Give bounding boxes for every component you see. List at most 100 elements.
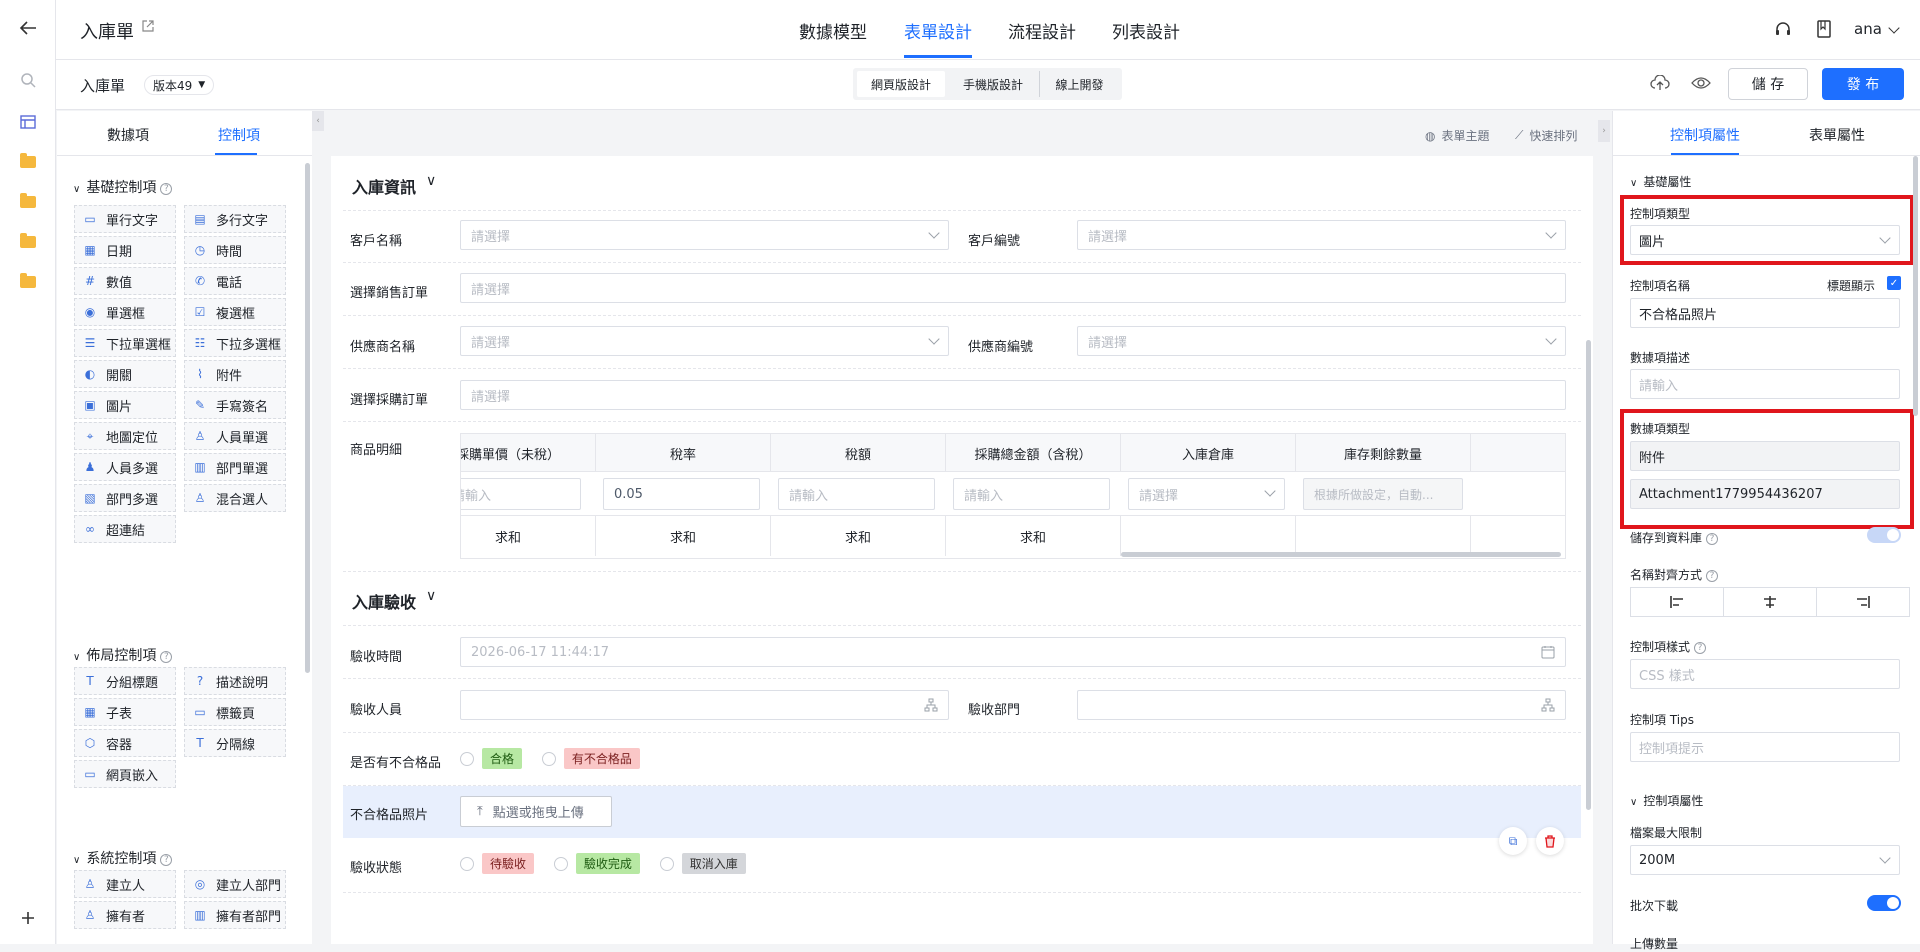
control-item[interactable]: ◉ 單選框 [74,298,176,326]
align-center-icon[interactable] [1724,588,1817,616]
control-item[interactable]: T 分組標題 [74,667,176,695]
control-item[interactable]: ▥ 擁有者部門 [184,901,286,929]
control-item[interactable]: ◐ 開關 [74,360,176,388]
control-item[interactable]: ▦ 子表 [74,698,176,726]
scrollbar[interactable] [305,163,310,673]
tab-mobile-design[interactable]: 手機版設計 [949,71,1037,97]
table-cell-input[interactable]: 請輸入 [953,478,1110,510]
basic-properties-header[interactable]: ∨ 基礎屬性 [1630,173,1691,190]
check-dept-picker[interactable] [1077,690,1566,720]
preview-eye-icon[interactable] [1691,76,1711,94]
table-cell-select[interactable]: 請選擇 [1128,478,1285,510]
form-theme-button[interactable]: ◍ 表單主題 [1425,127,1490,144]
control-item[interactable]: ▧ 部門多選 [74,484,176,512]
option-completed[interactable]: 驗收完成 [575,853,640,874]
tab-form-properties[interactable]: 表單屬性 [1809,125,1865,145]
external-link-icon[interactable] [142,20,154,36]
tax-rate-input[interactable]: 0.05 [603,478,760,510]
control-item[interactable]: ☷ 下拉多選框 [184,329,286,357]
supplier-name-select[interactable]: 請選擇 [460,326,949,356]
cloud-upload-icon[interactable] [1650,74,1670,95]
control-item[interactable]: ♙ 人員單選 [184,422,286,450]
purchase-order-select[interactable]: 請選擇 [460,380,1566,410]
section-title-acceptance[interactable]: 入庫驗收 [352,589,416,613]
list-icon[interactable] [18,112,38,132]
collapse-left-icon[interactable]: ‹ [312,111,324,131]
tab-flow-design[interactable]: 流程設計 [1008,18,1076,43]
collapse-right-icon[interactable]: › [1598,120,1610,142]
tips-input[interactable]: 控制項提示 [1630,732,1900,762]
data-desc-input[interactable]: 請輸入 [1630,369,1900,399]
control-name-input[interactable]: 不合格品照片 [1630,298,1900,328]
control-item[interactable]: ◎ 建立人部門 [184,870,286,898]
back-arrow-icon[interactable] [18,18,38,38]
chevron-down-icon[interactable]: ∨ [426,588,436,604]
batch-download-toggle[interactable] [1867,895,1901,911]
control-item[interactable]: ▣ 圖片 [74,391,176,419]
radio-button[interactable] [460,752,474,766]
control-item[interactable]: ☑ 複選框 [184,298,286,326]
css-style-input[interactable]: CSS 樣式 [1630,659,1900,689]
option-cancelled[interactable]: 取消入庫 [681,853,746,874]
tab-online-dev[interactable]: 線上開發 [1039,71,1119,97]
control-item[interactable]: ⌇ 附件 [184,360,286,388]
supplier-no-select[interactable]: 請選擇 [1077,326,1566,356]
control-properties-header[interactable]: ∨ 控制項屬性 [1630,792,1703,809]
control-type-select[interactable]: 圖片 [1630,225,1900,255]
search-icon[interactable] [18,70,38,90]
control-item[interactable]: ▤ 多行文字 [184,205,286,233]
tab-controls[interactable]: 控制項 [218,125,260,145]
control-item[interactable]: ∞ 超連結 [74,515,176,543]
user-name[interactable]: ana [1854,20,1882,38]
option-pending[interactable]: 待驗收 [482,853,535,874]
scrollbar[interactable] [1913,156,1918,416]
control-item[interactable]: ♙ 擁有者 [74,901,176,929]
control-item[interactable]: ▭ 單行文字 [74,205,176,233]
headset-icon[interactable] [1774,20,1792,42]
tab-list-design[interactable]: 列表設計 [1112,18,1180,43]
layout-controls-header[interactable]: ∨ 佈局控制項? [73,645,173,665]
radio-button[interactable] [553,857,568,871]
tab-data-items[interactable]: 數據項 [107,125,149,145]
option-pass[interactable]: 合格 [482,748,523,769]
control-item[interactable]: ▦ 日期 [74,236,176,264]
control-item[interactable]: ✎ 手寫簽名 [184,391,286,419]
control-item[interactable]: ☰ 下拉單選框 [74,329,176,357]
control-item[interactable]: ✆ 電話 [184,267,286,295]
align-left-icon[interactable] [1631,588,1724,616]
control-item[interactable]: ? 描述說明 [184,667,286,695]
folder-icon[interactable] [18,152,38,172]
book-icon[interactable] [1816,20,1832,42]
check-person-picker[interactable] [460,690,949,720]
table-scrollbar[interactable] [1121,552,1561,557]
max-size-select[interactable]: 200M [1630,845,1900,875]
section-title-stock-info[interactable]: 入庫資訊 [352,174,416,198]
control-item[interactable]: ⬡ 容器 [74,729,176,757]
save-db-toggle[interactable] [1867,527,1901,543]
folder-icon[interactable] [18,232,38,252]
copy-icon[interactable]: ⧉ [1499,827,1527,855]
control-item[interactable]: ▭ 標籤頁 [184,698,286,726]
chevron-down-icon[interactable]: ∨ [426,173,436,189]
control-item[interactable]: ▥ 部門單選 [184,453,286,481]
control-item[interactable]: ⌖ 地圖定位 [74,422,176,450]
tab-control-properties[interactable]: 控制項屬性 [1670,125,1740,145]
control-item[interactable]: # 數值 [74,267,176,295]
chevron-down-icon[interactable] [1888,22,1900,34]
basic-controls-header[interactable]: ∨ 基礎控制項? [73,177,173,197]
tab-form-design[interactable]: 表單設計 [904,18,972,58]
align-right-icon[interactable] [1817,588,1909,616]
save-button[interactable]: 儲 存 [1728,68,1808,100]
sales-order-select[interactable]: 請選擇 [460,273,1566,303]
add-icon[interactable] [18,908,38,928]
control-item[interactable]: ♟ 人員多選 [74,453,176,481]
table-cell-input[interactable]: 請輸入 [778,478,935,510]
canvas-scrollbar[interactable] [1586,340,1591,810]
radio-button[interactable] [460,857,474,871]
customer-name-select[interactable]: 請選擇 [460,220,949,250]
folder-icon[interactable] [18,192,38,212]
folder-icon[interactable] [18,272,38,292]
delete-icon[interactable] [1536,827,1564,855]
control-item[interactable]: T 分隔線 [184,729,286,757]
customer-no-select[interactable]: 請選擇 [1077,220,1566,250]
